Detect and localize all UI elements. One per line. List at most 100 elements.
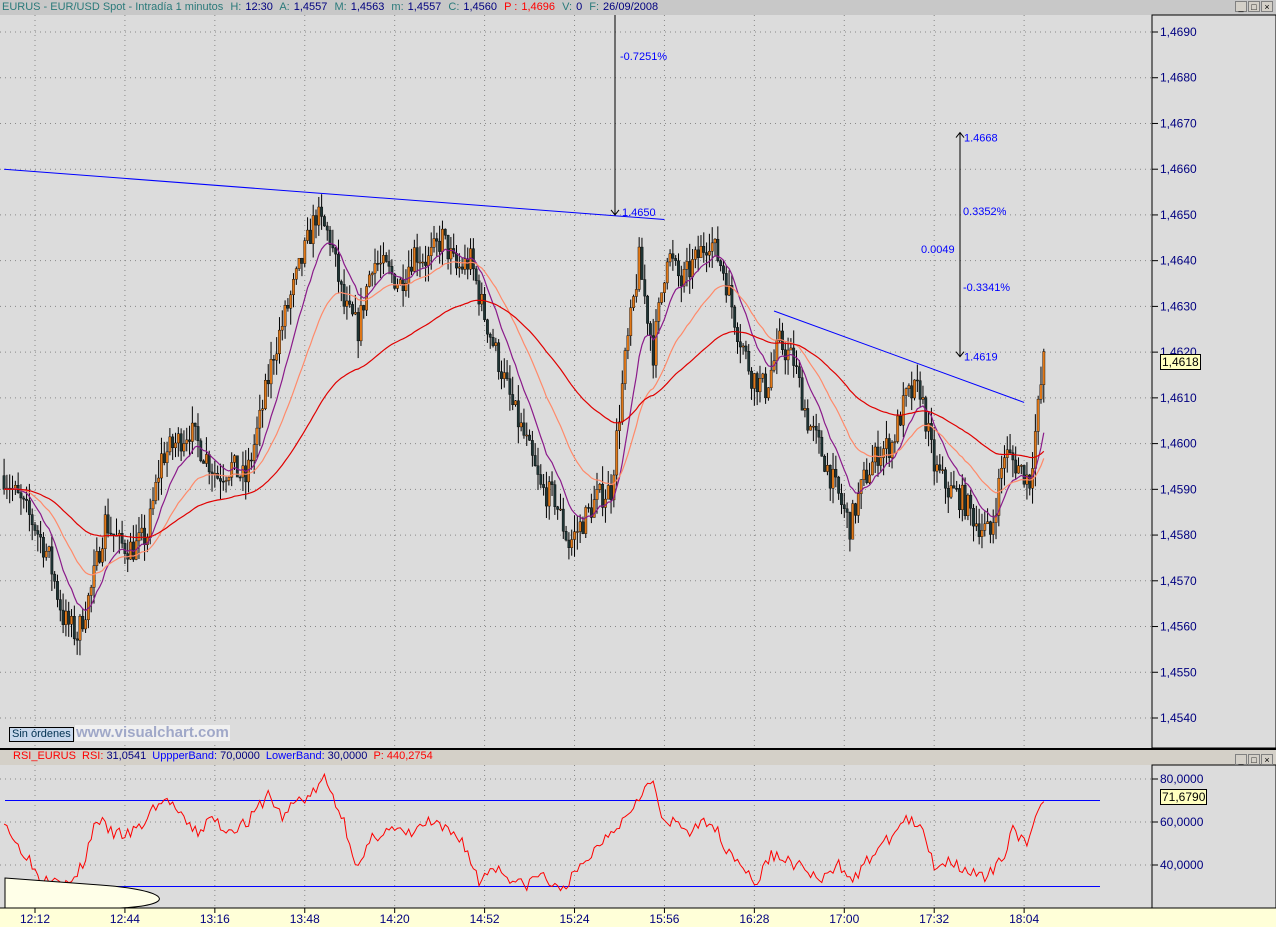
- candle-down: [314, 215, 318, 226]
- orders-button[interactable]: Sin órdenes: [9, 727, 74, 742]
- candle-up: [893, 441, 897, 443]
- candle-down: [946, 488, 950, 498]
- candle-down: [755, 373, 759, 393]
- candle-down: [1022, 465, 1026, 485]
- candle-down: [435, 238, 439, 242]
- candle-up: [949, 485, 953, 498]
- candle-down: [466, 258, 470, 270]
- rsi-close-button[interactable]: ×: [1261, 754, 1273, 765]
- candle-down: [963, 484, 967, 517]
- candle-up: [974, 523, 978, 527]
- candle-down: [19, 492, 23, 499]
- y-tick-label: 1,4650: [1160, 208, 1197, 222]
- candle-up: [573, 531, 576, 540]
- candle-up: [227, 477, 231, 481]
- candle-up: [275, 353, 279, 361]
- candle-up: [95, 551, 99, 566]
- candle-down: [266, 380, 270, 385]
- candle-up: [365, 286, 368, 311]
- candle-up: [660, 292, 664, 303]
- rsi-tick-label: 80,0000: [1160, 772, 1204, 786]
- candle-up: [890, 442, 894, 458]
- candle-up: [176, 433, 180, 444]
- y-tick-label: 1,4590: [1160, 482, 1197, 496]
- candle-up: [370, 272, 374, 276]
- candle-down: [106, 514, 110, 534]
- candle-down: [609, 485, 613, 501]
- candle-down: [542, 484, 546, 488]
- candle-down: [356, 312, 360, 342]
- candle-up: [168, 436, 172, 453]
- rsi-header: RSI_EURUS RSI: 31,0541 UppperBand: 70,0000…: [13, 750, 433, 762]
- chart-canvas[interactable]: 12:12 12:44 13:16 13:48 14:20 14:52 15:24 15:56…: [0, 0, 1276, 927]
- candle-up: [317, 206, 321, 226]
- candle-up: [584, 507, 588, 534]
- candle-up: [980, 530, 984, 537]
- candle-down: [2, 475, 6, 490]
- watermark-logo: www.visualchart.com: [75, 724, 230, 741]
- candle-up: [615, 430, 619, 476]
- candle-up: [913, 379, 916, 399]
- annotation-label: 1.4650: [622, 207, 656, 219]
- candle-up: [353, 312, 357, 315]
- rsi-minimize-button[interactable]: _: [1235, 754, 1247, 765]
- y-tick-label: 1,4630: [1160, 299, 1197, 313]
- candle-up: [151, 500, 155, 510]
- annotation-label: 1.4668: [964, 133, 998, 145]
- candle-up: [991, 522, 995, 535]
- y-tick-label: 1,4660: [1160, 162, 1197, 176]
- candle-down: [969, 494, 973, 509]
- candle-down: [674, 258, 678, 261]
- candle-down: [207, 454, 211, 473]
- candle-up: [157, 477, 161, 483]
- candle-up: [292, 279, 295, 296]
- candle-up: [224, 480, 228, 482]
- candle-down: [325, 225, 329, 231]
- candle-up: [885, 438, 888, 449]
- candle-up: [595, 489, 599, 500]
- candle-up: [904, 388, 908, 396]
- annotation-label: -0.3341%: [963, 282, 1010, 294]
- candle-up: [851, 503, 855, 540]
- candle-down: [42, 536, 45, 558]
- candle-up: [620, 383, 624, 423]
- candle-down: [845, 508, 849, 513]
- candle-up: [289, 294, 293, 309]
- candle-up: [986, 521, 989, 525]
- candle-up: [803, 408, 807, 411]
- rsi-maximize-button[interactable]: □: [1248, 754, 1260, 765]
- candle-up: [693, 249, 697, 260]
- candle-down: [216, 472, 220, 479]
- candle-down: [67, 610, 71, 625]
- candle-down: [587, 507, 590, 509]
- candle-down: [272, 359, 276, 361]
- candle-up: [654, 321, 658, 366]
- candle-up: [966, 494, 970, 517]
- candle-up: [148, 508, 152, 539]
- candle-down: [837, 476, 841, 494]
- candle-down: [783, 349, 787, 361]
- candle-up: [306, 229, 309, 241]
- candle-down: [505, 372, 509, 379]
- candle-up: [1017, 465, 1020, 474]
- candle-down: [193, 422, 197, 427]
- candle-down: [814, 425, 818, 431]
- candle-up: [185, 439, 189, 444]
- candle-up: [1039, 384, 1043, 400]
- candle-down: [646, 295, 649, 324]
- candle-down: [550, 481, 554, 485]
- candle-up: [811, 425, 815, 428]
- candle-down: [202, 460, 205, 464]
- candle-up: [960, 484, 964, 511]
- candle-down: [328, 229, 332, 245]
- rsi-tick-label: 60,0000: [1160, 815, 1204, 829]
- candle-down: [491, 337, 495, 346]
- candle-down: [56, 581, 59, 600]
- candle-up: [761, 373, 765, 379]
- candle-down: [196, 426, 200, 442]
- candle-up: [1000, 468, 1004, 479]
- rsi-window-controls: _ □ ×: [1235, 754, 1273, 765]
- candle-up: [767, 387, 770, 399]
- candle-down: [61, 609, 65, 625]
- candle-down: [39, 534, 43, 538]
